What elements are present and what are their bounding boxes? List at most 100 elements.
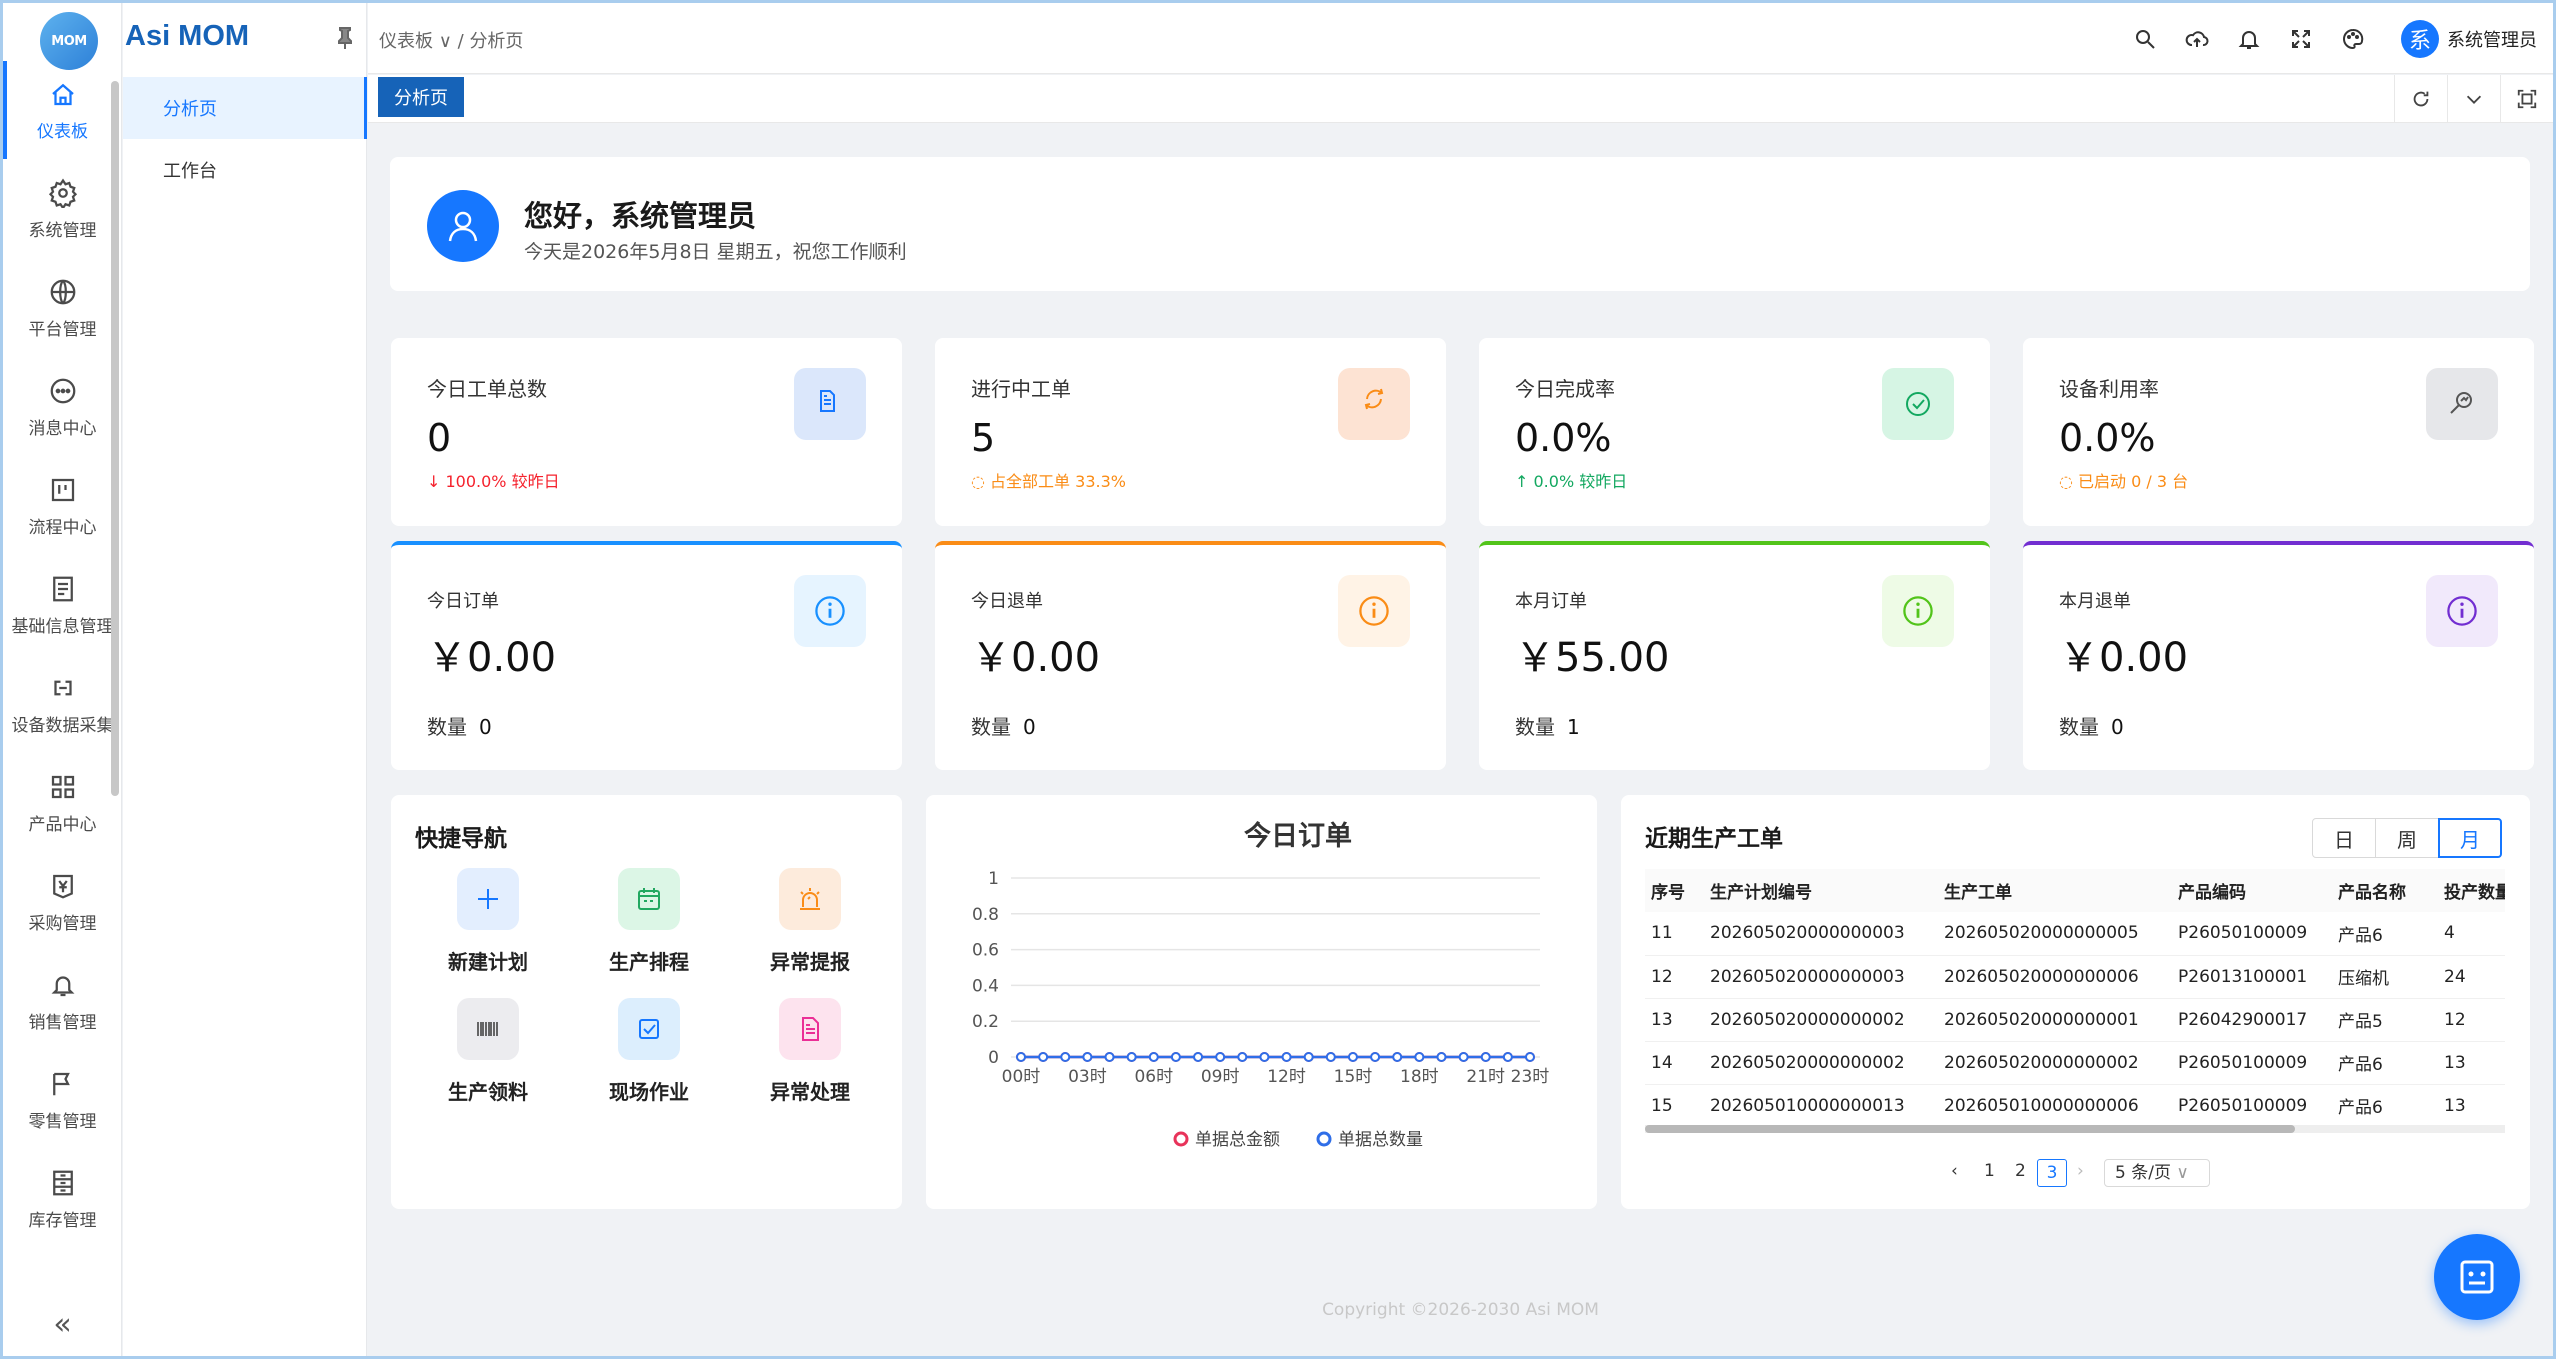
user-name[interactable]: 系统管理员	[2447, 26, 2537, 52]
table-cell: P26013100001	[2172, 955, 2332, 999]
table-row[interactable]: 12 202605020000000003 202605020000000006 P2…	[1645, 955, 2505, 999]
table-scrollbar[interactable]	[1645, 1125, 2295, 1133]
page-size-value: 5 条/页	[2115, 1163, 2171, 1183]
rail-item-11[interactable]: 零售管理	[3, 1051, 122, 1149]
quick-nav-item[interactable]: 生产排程	[584, 868, 714, 978]
x-tick-label: 12时	[1267, 1067, 1306, 1087]
page-2[interactable]: 2	[2015, 1161, 2026, 1181]
legend-marker[interactable]	[1316, 1131, 1332, 1147]
rail-item-10[interactable]: 销售管理	[3, 952, 122, 1050]
rail-item-6[interactable]: 基础信息管理	[3, 556, 122, 654]
notifications-button[interactable]	[2223, 13, 2275, 65]
checkbox-icon	[639, 1019, 659, 1039]
assistant-button[interactable]	[2434, 1234, 2520, 1320]
maximize-button[interactable]	[2500, 75, 2553, 123]
rail-item-2[interactable]: 系统管理	[3, 160, 122, 258]
rail-item-label: 流程中心	[28, 517, 97, 538]
prev-page-button[interactable]: ‹	[1951, 1161, 1958, 1181]
order-label: 本月退单	[2059, 591, 2131, 612]
quick-nav-label: 现场作业	[609, 1080, 689, 1104]
table-cell: P26050100009	[2172, 912, 2332, 956]
calendar-icon	[638, 888, 660, 910]
rail-item-5[interactable]: 流程中心	[3, 457, 122, 555]
stat-value: 0.0%	[2059, 416, 2156, 460]
period-month-button[interactable]: 月	[2438, 818, 2502, 858]
order-qty-value: 1	[1567, 715, 1580, 739]
rail-item-7[interactable]: 设备数据采集	[3, 655, 122, 753]
x-tick-label: 09时	[1201, 1067, 1240, 1087]
stat-trend: ◌ 占全部工单 33.3%	[971, 472, 1126, 491]
rail-item-8[interactable]: 产品中心	[3, 754, 122, 852]
page-size-select[interactable]: 5 条/页 ∨	[2104, 1159, 2210, 1187]
next-page-button[interactable]: ›	[2077, 1161, 2084, 1181]
gear-icon	[48, 177, 77, 208]
info-icon	[815, 596, 845, 626]
period-week-button[interactable]: 周	[2375, 818, 2439, 858]
user-avatar[interactable]: 系	[2401, 19, 2439, 58]
chevron-down-icon[interactable]: ∨	[439, 31, 458, 52]
table-cell: 4	[2438, 912, 2505, 956]
rail-item-label: 基础信息管理	[11, 616, 114, 637]
rail-item-1[interactable]: 仪表板	[3, 61, 122, 159]
brand-name: Asi MOM	[125, 20, 250, 52]
x-tick-label: 03时	[1068, 1067, 1107, 1087]
data-point	[1082, 1052, 1093, 1062]
table-cell: 压缩机	[2332, 955, 2438, 999]
search-icon	[2136, 29, 2155, 49]
data-point	[1458, 1052, 1469, 1062]
flag-icon	[52, 1072, 70, 1095]
tab-analysis[interactable]: 分析页	[378, 77, 464, 117]
welcome-date: 今天是2026年5月8日 星期五，祝您工作顺利	[524, 241, 907, 263]
fullscreen-button[interactable]	[2275, 13, 2327, 65]
table-row[interactable]: 14 202605020000000002 202605020000000002 P2…	[1645, 1041, 2505, 1085]
rail-item-label: 销售管理	[28, 1012, 97, 1033]
table-row[interactable]: 11 202605020000000003 202605020000000005 P2…	[1645, 912, 2505, 956]
table-cell: 13	[1645, 998, 1704, 1042]
table-row[interactable]: 13 202605020000000002 202605020000000001 P2…	[1645, 998, 2505, 1042]
rail-item-9[interactable]: 采购管理	[3, 853, 122, 951]
top-bar: 仪表板 ∨ / 分析页 系 系统管理员	[368, 3, 2553, 74]
page-3[interactable]: 3	[2037, 1159, 2067, 1187]
order-label: 今日订单	[427, 591, 499, 612]
quick-nav-item[interactable]: 异常处理	[745, 998, 875, 1108]
table-row[interactable]: 15 202605010000000013 202605010000000006 P2…	[1645, 1084, 2505, 1128]
rail-item-12[interactable]: 库存管理	[3, 1150, 122, 1248]
quick-nav-item[interactable]: 异常提报	[745, 868, 875, 978]
quick-nav-item[interactable]: 现场作业	[584, 998, 714, 1108]
workorders-table: 序号 生产计划编号 生产工单 产品编码 产品名称 投产数量 11 2026050200000…	[1645, 869, 2505, 1128]
table-cell: 12	[2438, 998, 2505, 1042]
collapse-sidebar-button[interactable]: «	[3, 1292, 122, 1356]
rail-scrollbar[interactable]	[111, 81, 119, 796]
rail-item-4[interactable]: 消息中心	[3, 358, 122, 456]
quick-nav-icon-box	[618, 868, 680, 930]
yen-icon	[52, 874, 73, 898]
table-cell: P26050100009	[2172, 1084, 2332, 1128]
tab-menu-button[interactable]	[2447, 75, 2500, 123]
upload-button[interactable]	[2171, 13, 2223, 65]
breadcrumb-current: 分析页	[469, 31, 524, 52]
rail-item-3[interactable]: 平台管理	[3, 259, 122, 357]
pin-icon[interactable]	[335, 26, 355, 50]
quick-nav-item[interactable]: 新建计划	[423, 868, 553, 978]
stat-label: 进行中工单	[971, 377, 1071, 401]
table-cell: P26042900017	[2172, 998, 2332, 1042]
theme-button[interactable]	[2327, 13, 2379, 65]
period-day-button[interactable]: 日	[2312, 818, 2376, 858]
refresh-tab-button[interactable]	[2394, 75, 2447, 123]
breadcrumb-root[interactable]: 仪表板	[379, 31, 433, 52]
legend-marker[interactable]	[1173, 1131, 1189, 1147]
legend-label[interactable]: 单据总数量	[1338, 1130, 1423, 1150]
submenu-item-analysis[interactable]: 分析页	[123, 77, 367, 139]
search-button[interactable]	[2119, 13, 2171, 65]
stat-card-2: 进行中工单 5 ◌ 占全部工单 33.3%	[935, 338, 1446, 526]
data-point	[1480, 1052, 1491, 1062]
page-1[interactable]: 1	[1984, 1161, 1995, 1181]
rail-item-label: 设备数据采集	[11, 715, 114, 736]
quick-nav-item[interactable]: 生产领料	[423, 998, 553, 1108]
table-cell: 24	[2438, 955, 2505, 999]
y-tick-label: 0	[988, 1048, 999, 1068]
quick-nav-title: 快捷导航	[415, 826, 507, 852]
submenu-item-workbench[interactable]: 工作台	[123, 139, 367, 201]
legend-label[interactable]: 单据总金额	[1195, 1130, 1280, 1150]
order-qty: 数量 0	[2059, 711, 2124, 740]
